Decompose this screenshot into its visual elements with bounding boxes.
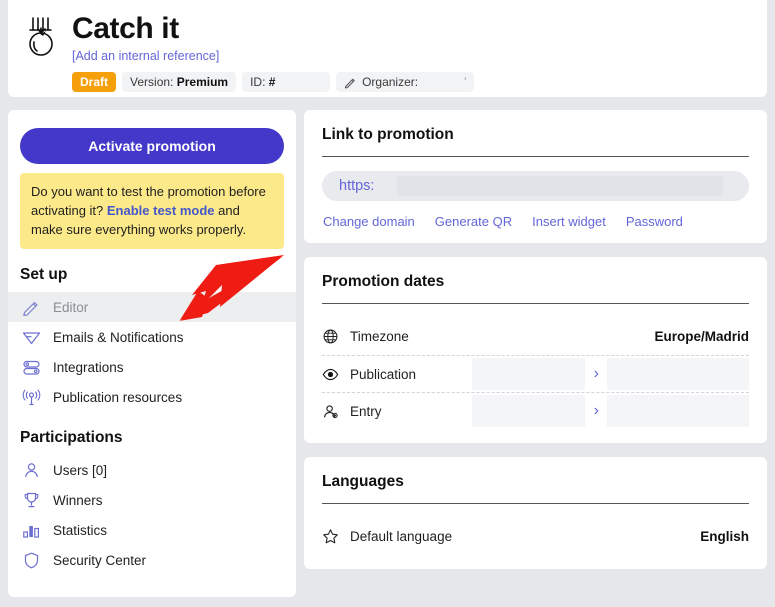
main-content: Link to promotion https: Change domain G…	[304, 110, 767, 583]
add-internal-reference-link[interactable]: [Add an internal reference]	[72, 47, 474, 65]
publication-end-redacted	[607, 358, 749, 390]
sidebar-item-label: Integrations	[53, 360, 124, 375]
app-page: Catch it [Add an internal reference] Dra…	[0, 0, 775, 607]
id-value: #	[269, 75, 276, 89]
enable-test-mode-link[interactable]: Enable test mode	[107, 203, 215, 218]
sidebar-item-label: Statistics	[53, 523, 107, 538]
pencil-icon	[22, 298, 41, 317]
link-actions: Change domain Generate QR Insert widget …	[322, 214, 749, 229]
publication-date-range[interactable]: ›	[472, 358, 749, 390]
broadcast-antenna-icon	[22, 388, 41, 407]
sidebar-item-label: Editor	[53, 300, 88, 315]
sidebar-item-users[interactable]: Users [0]	[8, 455, 296, 485]
generate-qr-link[interactable]: Generate QR	[435, 214, 512, 229]
password-link[interactable]: Password	[626, 214, 683, 229]
id-label: ID:	[250, 75, 265, 89]
card-title: Languages	[322, 473, 749, 491]
chevron-right-icon[interactable]: ›	[585, 395, 607, 427]
sidebar-item-winners[interactable]: Winners	[8, 485, 296, 515]
link-to-promotion-card: Link to promotion https: Change domain G…	[304, 110, 767, 243]
change-domain-link[interactable]: Change domain	[323, 214, 415, 229]
publication-row[interactable]: Publication ›	[322, 355, 749, 392]
sidebar-item-label: Emails & Notifications	[53, 330, 184, 345]
sidebar-item-security-center[interactable]: Security Center	[8, 545, 296, 575]
sidebar-item-editor[interactable]: Editor	[8, 292, 296, 322]
sidebar: Activate promotion Do you want to test t…	[8, 110, 296, 597]
languages-card: Languages Default language English	[304, 457, 767, 569]
version-value: Premium	[177, 75, 228, 89]
promotion-dates-card: Promotion dates	[304, 257, 767, 443]
row-label: Timezone	[350, 329, 409, 344]
promotion-url-field[interactable]: https:	[322, 171, 749, 201]
user-add-icon	[322, 403, 339, 420]
row-label: Publication	[350, 367, 416, 382]
timezone-value: Europe/Madrid	[654, 329, 749, 344]
page-title: Catch it	[72, 12, 474, 46]
version-badge: Version: Premium	[122, 72, 236, 92]
pencil-icon	[344, 76, 357, 89]
card-title: Promotion dates	[322, 273, 749, 291]
insert-widget-link[interactable]: Insert widget	[532, 214, 606, 229]
organizer-tick-mark: '	[464, 76, 466, 88]
sidebar-item-label: Security Center	[53, 553, 146, 568]
organizer-value-redacted	[423, 76, 457, 88]
divider	[322, 503, 749, 504]
status-badge: Draft	[72, 72, 116, 92]
sidebar-item-label: Winners	[53, 493, 103, 508]
test-mode-notice: Do you want to test the promotion before…	[20, 173, 284, 249]
divider	[322, 303, 749, 304]
server-toggle-icon	[22, 358, 41, 377]
entry-end-redacted	[607, 395, 749, 427]
star-icon	[322, 528, 339, 545]
entry-start-redacted	[472, 395, 585, 427]
activate-promotion-button[interactable]: Activate promotion	[20, 128, 284, 164]
default-language-row[interactable]: Default language English	[322, 518, 749, 555]
trophy-icon	[22, 491, 41, 510]
page-header: Catch it [Add an internal reference] Dra…	[8, 0, 767, 97]
bar-chart-icon	[22, 521, 41, 540]
globe-icon	[322, 328, 339, 345]
paper-plane-icon	[22, 328, 41, 347]
tomato-catch-logo-icon	[22, 16, 64, 64]
sidebar-item-emails-notifications[interactable]: Emails & Notifications	[8, 322, 296, 352]
participations-heading: Participations	[8, 412, 296, 455]
organizer-badge[interactable]: Organizer: '	[336, 72, 474, 92]
chevron-right-icon[interactable]: ›	[585, 358, 607, 390]
badge-row: Draft Version: Premium ID: #	[72, 72, 474, 92]
publication-start-redacted	[472, 358, 585, 390]
row-label: Default language	[350, 529, 452, 544]
sidebar-item-integrations[interactable]: Integrations	[8, 352, 296, 382]
divider	[322, 156, 749, 157]
url-protocol-text: https:	[339, 178, 374, 194]
url-redacted-block	[397, 176, 723, 196]
organizer-label: Organizer:	[362, 75, 418, 89]
sidebar-item-publication-resources[interactable]: Publication resources	[8, 382, 296, 412]
shield-icon	[22, 551, 41, 570]
entry-date-range[interactable]: ›	[472, 395, 749, 427]
eye-icon	[322, 366, 339, 383]
card-title: Link to promotion	[322, 126, 749, 144]
entry-row[interactable]: Entry ›	[322, 392, 749, 429]
default-language-value: English	[700, 529, 749, 544]
user-icon	[22, 461, 41, 480]
timezone-row[interactable]: Timezone Europe/Madrid	[322, 318, 749, 355]
setup-heading: Set up	[8, 249, 296, 292]
row-label: Entry	[350, 404, 382, 419]
id-badge: ID: #	[242, 72, 330, 92]
sidebar-item-label: Users [0]	[53, 463, 107, 478]
sidebar-item-label: Publication resources	[53, 390, 182, 405]
version-label: Version:	[130, 75, 173, 89]
sidebar-item-statistics[interactable]: Statistics	[8, 515, 296, 545]
